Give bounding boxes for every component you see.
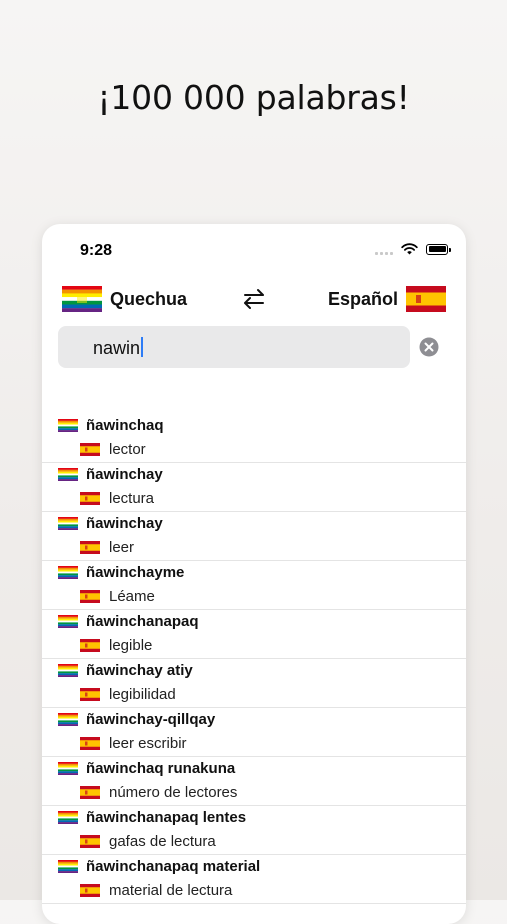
wiphala-flag-icon [58,418,78,432]
spain-flag-icon [80,883,100,897]
search-input-text: nawin [93,338,141,358]
wiphala-flag-icon [58,614,78,628]
wifi-icon [401,243,418,255]
source-language-button[interactable]: Quechua [62,286,187,312]
entry-translation-row: lector [80,438,146,460]
entry-spanish-translation: material de lectura [109,881,233,899]
entry-quechua-word: ñawinchanapaq [86,612,199,630]
text-caret [141,337,144,357]
target-language-button[interactable]: Español [328,286,446,312]
entry-translation-row: lectura [80,487,154,509]
wiphala-flag-icon [58,663,78,677]
cellular-signal-icon [375,243,393,255]
entry-quechua-word: ñawinchay atiy [86,661,193,679]
spain-flag-icon [80,638,100,652]
result-entry[interactable]: ñawinchay-qillqay leer escribir [42,708,466,757]
wiphala-flag-icon [58,810,78,824]
results-list: ñawinchaq lector ñawinchay lectura ñawin… [42,414,466,904]
entry-quechua-word: ñawinchay [86,514,163,532]
entry-translation-row: legibilidad [80,683,176,705]
spain-flag-icon [80,491,100,505]
entry-spanish-translation: legibilidad [109,685,176,703]
entry-translation-row: Léame [80,585,155,607]
spain-flag-icon [80,785,100,799]
wiphala-flag-icon [58,761,78,775]
search-input[interactable]: nawin [93,337,144,359]
clear-circle-icon[interactable] [418,336,440,358]
result-entry[interactable]: ñawinchayme Léame [42,561,466,610]
wiphala-flag-icon [58,467,78,481]
entry-quechua-word: ñawinchayme [86,563,185,581]
swap-arrows-icon[interactable] [241,286,267,312]
entry-translation-row: número de lectores [80,781,237,803]
phone-screen: 9:28 Quechua Español nawin ñawinchaq lec… [42,224,466,924]
result-entry[interactable]: ñawinchay atiy legibilidad [42,659,466,708]
entry-quechua-word: ñawinchay-qillqay [86,710,216,728]
status-icons [375,243,451,255]
entry-source-row: ñawinchay [58,512,163,534]
entry-quechua-word: ñawinchanapaq lentes [86,808,247,826]
entry-spanish-translation: leer escribir [109,734,187,752]
battery-icon [426,243,451,255]
headline: ¡100 000 palabras! [97,78,410,117]
entry-source-row: ñawinchay-qillqay [58,708,215,730]
status-time: 9:28 [80,242,113,259]
result-entry[interactable]: ñawinchaq runakuna número de lectores [42,757,466,806]
wiphala-flag-icon [58,712,78,726]
entry-translation-row: leer escribir [80,732,187,754]
entry-quechua-word: ñawinchay [86,465,163,483]
result-entry[interactable]: ñawinchaq lector [42,414,466,463]
entry-source-row: ñawinchay [58,463,163,485]
spain-flag-icon [80,442,100,456]
entry-spanish-translation: número de lectores [109,783,238,801]
wiphala-flag-icon [58,859,78,873]
entry-spanish-translation: gafas de lectura [109,832,216,850]
entry-quechua-word: ñawinchanapaq material [86,857,261,875]
entry-translation-row: material de lectura [80,879,232,901]
entry-source-row: ñawinchaq [58,414,164,436]
wiphala-flag-icon [58,565,78,579]
entry-translation-row: gafas de lectura [80,830,216,852]
spain-flag-icon [80,589,100,603]
entry-source-row: ñawinchanapaq material [58,855,260,877]
entry-spanish-translation: Léame [109,587,155,605]
spain-flag-icon [80,834,100,848]
entry-quechua-word: ñawinchaq [86,416,164,434]
result-entry[interactable]: ñawinchanapaq material material de lectu… [42,855,466,904]
spain-flag-icon [80,687,100,701]
entry-source-row: ñawinchanapaq [58,610,199,632]
wiphala-flag-icon [62,286,102,312]
target-language-name: Español [327,288,398,309]
spain-flag-icon [406,286,446,312]
entry-spanish-translation: leer [109,538,135,556]
entry-quechua-word: ñawinchaq runakuna [86,759,236,777]
entry-source-row: ñawinchanapaq lentes [58,806,246,828]
spain-flag-icon [80,736,100,750]
spain-flag-icon [80,540,100,554]
entry-source-row: ñawinchaq runakuna [58,757,235,779]
result-entry[interactable]: ñawinchanapaq legible [42,610,466,659]
status-bar: 9:28 [42,224,466,274]
language-bar: Quechua Español [42,284,466,314]
entry-source-row: ñawinchayme [58,561,184,583]
result-entry[interactable]: ñawinchay leer [42,512,466,561]
result-entry[interactable]: ñawinchanapaq lentes gafas de lectura [42,806,466,855]
entry-source-row: ñawinchay atiy [58,659,193,681]
entry-spanish-translation: lector [109,440,146,458]
entry-translation-row: leer [80,536,134,558]
entry-translation-row: legible [80,634,152,656]
result-entry[interactable]: ñawinchay lectura [42,463,466,512]
entry-spanish-translation: lectura [109,489,155,507]
search-field[interactable]: nawin [58,326,410,368]
source-language-name: Quechua [110,288,188,309]
wiphala-flag-icon [58,516,78,530]
entry-spanish-translation: legible [109,636,153,654]
